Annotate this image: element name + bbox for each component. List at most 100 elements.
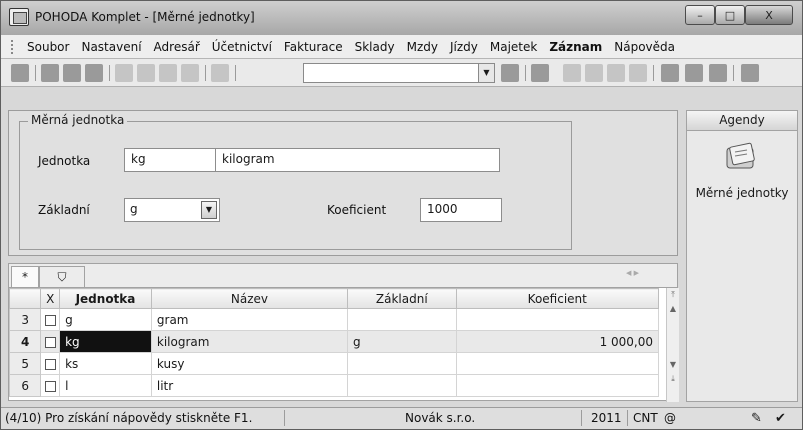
- window-title: POHODA Komplet - [Měrné jednotky]: [35, 10, 255, 24]
- menu-sklady[interactable]: Sklady: [349, 40, 401, 54]
- grid-tabs: * ⛉ ◀ ▶: [8, 263, 678, 288]
- cell-jednotka[interactable]: g: [59, 308, 152, 331]
- save-icon[interactable]: [159, 64, 177, 82]
- chevron-down-icon[interactable]: ▼: [201, 201, 217, 219]
- filter-icon[interactable]: [501, 64, 519, 82]
- units-agenda-icon[interactable]: [723, 142, 759, 174]
- column-header-x[interactable]: X: [40, 288, 61, 309]
- menu-ucetnictvi[interactable]: Účetnictví: [206, 40, 278, 54]
- table-row[interactable]: 3 g gram: [8, 308, 660, 331]
- copy-icon[interactable]: [211, 64, 229, 82]
- new-record-icon[interactable]: [115, 64, 133, 82]
- confirm-icon[interactable]: [137, 64, 155, 82]
- minimize-button[interactable]: –: [685, 5, 715, 25]
- title-bar: POHODA Komplet - [Měrné jednotky] – □ X: [1, 1, 802, 35]
- menu-zaznam[interactable]: Záznam: [543, 40, 608, 54]
- toolbar-separator: [733, 65, 734, 81]
- grid-vertical-scrollbar[interactable]: ⤒ ▲ ▼ ⤓: [666, 288, 679, 402]
- close-button[interactable]: X: [745, 5, 793, 25]
- quick-search-combo[interactable]: ▼: [303, 63, 495, 83]
- menu-majetek[interactable]: Majetek: [484, 40, 543, 54]
- users-icon[interactable]: [629, 64, 647, 82]
- column-header-nazev[interactable]: Název: [150, 288, 349, 309]
- maximize-button[interactable]: □: [715, 5, 745, 25]
- zoom-icon[interactable]: [85, 64, 103, 82]
- report-icon[interactable]: [531, 64, 549, 82]
- row-checkbox[interactable]: [40, 308, 61, 331]
- panel-form-icon[interactable]: [709, 64, 727, 82]
- link-icon[interactable]: [563, 64, 581, 82]
- save-copy-icon[interactable]: [181, 64, 199, 82]
- cell-nazev[interactable]: gram: [150, 308, 349, 331]
- koeficient-field[interactable]: 1000: [420, 198, 502, 222]
- zakladni-select[interactable]: g ▼: [124, 198, 220, 222]
- application-window: POHODA Komplet - [Měrné jednotky] – □ X …: [0, 0, 803, 430]
- cell-zakladni[interactable]: [347, 352, 457, 375]
- row-checkbox[interactable]: [40, 330, 61, 353]
- menu-soubor[interactable]: Soubor: [21, 40, 75, 54]
- toolbar-separator: [205, 65, 206, 81]
- cell-jednotka[interactable]: kg: [59, 330, 152, 353]
- filter-tab[interactable]: ⛉: [39, 266, 85, 288]
- agenda-item-merne-jednotky[interactable]: Měrné jednotky: [687, 186, 797, 200]
- panel-icon[interactable]: [661, 64, 679, 82]
- status-bar: (4/10) Pro získání nápovědy stiskněte F1…: [1, 407, 802, 429]
- jednotka-name-field[interactable]: kilogram: [215, 148, 500, 172]
- cell-koeficient[interactable]: [455, 374, 660, 397]
- status-company: Novák s.r.o.: [405, 411, 476, 425]
- print-icon[interactable]: [63, 64, 81, 82]
- scroll-up-icon[interactable]: ▲: [667, 302, 679, 316]
- tab-scroll-arrows[interactable]: ◀ ▶: [626, 269, 639, 277]
- cell-koeficient[interactable]: [455, 352, 660, 375]
- cell-nazev[interactable]: litr: [150, 374, 349, 397]
- table-row[interactable]: 5 ks kusy: [8, 352, 660, 375]
- menu-adresar[interactable]: Adresář: [148, 40, 206, 54]
- scroll-bottom-icon[interactable]: ⤓: [667, 372, 679, 386]
- row-checkbox[interactable]: [40, 374, 61, 397]
- status-year: 2011: [591, 411, 622, 425]
- row-checkbox[interactable]: [40, 352, 61, 375]
- cell-koeficient[interactable]: [455, 308, 660, 331]
- group-mernajednotka: Měrná jednotka Jednotka kg kilogram Zákl…: [19, 113, 572, 250]
- cell-jednotka[interactable]: l: [59, 374, 152, 397]
- panel-list-icon[interactable]: [685, 64, 703, 82]
- toolbar-separator: [525, 65, 526, 81]
- status-separator: [284, 410, 285, 426]
- table-row-selected[interactable]: 4 kg kilogram g 1 000,00: [8, 330, 660, 353]
- exit-icon[interactable]: [11, 64, 29, 82]
- cell-nazev[interactable]: kusy: [150, 352, 349, 375]
- status-at: @: [664, 411, 676, 425]
- records-grid: X Jednotka Název Základní Koeficient 3 g…: [8, 287, 679, 402]
- status-help-text: (4/10) Pro získání nápovědy stiskněte F1…: [5, 411, 253, 425]
- cell-zakladni[interactable]: [347, 374, 457, 397]
- menu-napoveda[interactable]: Nápověda: [608, 40, 681, 54]
- cell-koeficient[interactable]: 1 000,00: [455, 330, 660, 353]
- column-header-zakladni[interactable]: Základní: [347, 288, 457, 309]
- column-header-jednotka[interactable]: Jednotka: [59, 288, 152, 309]
- calculator-icon[interactable]: [607, 64, 625, 82]
- new-row-tab[interactable]: *: [11, 266, 39, 288]
- cell-jednotka[interactable]: ks: [59, 352, 152, 375]
- scroll-top-icon[interactable]: ⤒: [667, 288, 679, 302]
- menu-jizdy[interactable]: Jízdy: [444, 40, 484, 54]
- cell-zakladni[interactable]: g: [347, 330, 457, 353]
- column-header-koeficient[interactable]: Koeficient: [455, 288, 660, 309]
- menu-nastaveni[interactable]: Nastavení: [75, 40, 147, 54]
- cell-nazev[interactable]: kilogram: [150, 330, 349, 353]
- print-preview-icon[interactable]: [41, 64, 59, 82]
- help-icon[interactable]: [741, 64, 759, 82]
- filter-icon: ⛉: [57, 270, 67, 284]
- toolbar-separator: [235, 65, 236, 81]
- jednotka-code-field[interactable]: kg: [124, 148, 216, 172]
- row-number: 6: [8, 374, 42, 397]
- table-row[interactable]: 6 l litr: [8, 374, 660, 397]
- toolbar-separator: [109, 65, 110, 81]
- menu-fakturace[interactable]: Fakturace: [278, 40, 349, 54]
- scroll-down-icon[interactable]: ▼: [667, 358, 679, 372]
- pohoda-app-icon: [9, 8, 29, 26]
- document-icon[interactable]: [585, 64, 603, 82]
- row-number: 4: [8, 330, 42, 353]
- cell-zakladni[interactable]: [347, 308, 457, 331]
- menu-mzdy[interactable]: Mzdy: [401, 40, 444, 54]
- chevron-down-icon[interactable]: ▼: [478, 64, 494, 82]
